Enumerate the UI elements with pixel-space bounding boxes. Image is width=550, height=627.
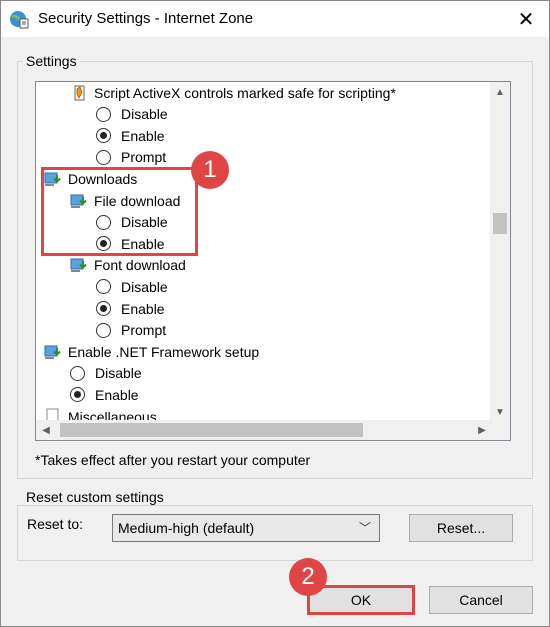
setting-label: Disable	[95, 365, 142, 382]
script-icon	[70, 84, 88, 102]
highlight-ok-button	[307, 585, 415, 615]
reset-level-select[interactable]: Medium-high (default) ﹀	[112, 514, 380, 542]
setting-label: Enable	[121, 127, 165, 144]
radio-option-disable[interactable]: Disable	[70, 363, 142, 384]
setting-label: Disable	[121, 278, 168, 295]
reset-group-label: Reset custom settings	[23, 489, 167, 505]
chevron-down-icon: ﹀	[358, 521, 371, 535]
settings-list[interactable]: Script ActiveX controls marked safe for …	[35, 81, 511, 441]
radio-checked-icon[interactable]	[70, 387, 85, 403]
radio-unchecked-icon[interactable]	[96, 106, 111, 122]
title-bar: Security Settings - Internet Zone ✕	[1, 1, 549, 37]
radio-unchecked-icon[interactable]	[96, 279, 111, 295]
vertical-scrollbar[interactable]: ▲ ▼	[490, 82, 510, 422]
radio-option-disable[interactable]: Disable	[96, 104, 168, 125]
vertical-scroll-thumb[interactable]	[493, 213, 507, 234]
setting-label: Prompt	[121, 322, 167, 339]
setting-category-script-activex-controls-marked-safe-for-scripting: Script ActiveX controls marked safe for …	[70, 82, 396, 103]
radio-checked-icon[interactable]	[96, 128, 111, 144]
internet-globe-icon	[10, 11, 29, 29]
scroll-up-icon[interactable]: ▲	[490, 82, 510, 102]
reset-level-value: Medium-high (default)	[118, 520, 255, 536]
reset-to-label: Reset to:	[27, 516, 84, 532]
close-button[interactable]: ✕	[503, 1, 549, 37]
radio-unchecked-icon[interactable]	[96, 149, 111, 165]
radio-option-prompt[interactable]: Prompt	[96, 320, 166, 341]
radio-unchecked-icon[interactable]	[70, 365, 85, 381]
step-badge-2: 2	[289, 558, 327, 596]
window-title: Security Settings - Internet Zone	[38, 10, 254, 27]
setting-category-enable-net-framework-setup: Enable .NET Framework setup	[44, 341, 259, 362]
setting-label: Enable .NET Framework setup	[68, 343, 260, 360]
radio-option-enable[interactable]: Enable	[70, 384, 139, 405]
step-badge-1: 1	[191, 151, 229, 189]
restart-note: *Takes effect after you restart your com…	[35, 452, 311, 468]
radio-checked-icon[interactable]	[96, 301, 111, 316]
cancel-button[interactable]: Cancel	[429, 586, 533, 614]
close-icon: ✕	[517, 8, 535, 31]
scroll-corner	[490, 420, 510, 440]
radio-option-prompt[interactable]: Prompt	[96, 147, 166, 168]
radio-option-disable[interactable]: Disable	[96, 276, 168, 297]
setting-label: Prompt	[121, 149, 167, 166]
setting-label: Enable	[95, 386, 139, 403]
setting-label: Font download	[94, 257, 186, 274]
download-icon	[70, 256, 88, 274]
horizontal-scroll-thumb[interactable]	[60, 423, 363, 437]
scroll-down-icon[interactable]: ▼	[490, 402, 510, 422]
reset-button[interactable]: Reset...	[409, 514, 513, 542]
scroll-left-icon[interactable]: ◀	[36, 420, 56, 440]
security-settings-dialog: Security Settings - Internet Zone ✕ Sett…	[0, 0, 550, 627]
radio-option-enable[interactable]: Enable	[96, 298, 165, 319]
horizontal-scrollbar[interactable]: ◀ ▶	[36, 420, 492, 440]
scroll-right-icon[interactable]: ▶	[472, 420, 492, 440]
radio-option-enable[interactable]: Enable	[96, 125, 165, 146]
setting-category-font-download: Font download	[70, 255, 186, 276]
setting-label: Script ActiveX controls marked safe for …	[94, 84, 396, 101]
settings-group-label: Settings	[23, 53, 80, 69]
dotnet-icon	[44, 343, 62, 361]
setting-label: Enable	[121, 300, 165, 317]
highlight-file-download	[41, 167, 198, 256]
setting-label: Disable	[121, 106, 168, 123]
radio-unchecked-icon[interactable]	[96, 322, 111, 338]
